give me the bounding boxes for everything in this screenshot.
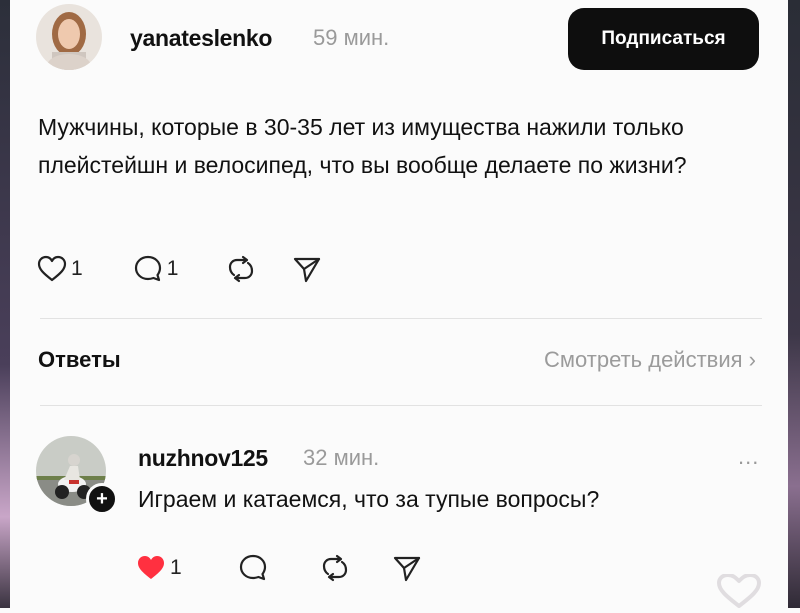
reply-comment-button[interactable]: [238, 553, 268, 583]
post-actions: 1 1: [37, 254, 322, 284]
heart-outline-icon: [37, 255, 67, 282]
repost-button[interactable]: [226, 254, 256, 284]
reply-actions: 1: [136, 553, 422, 583]
background-left-edge: [0, 0, 10, 608]
send-icon: [294, 257, 321, 283]
comment-button[interactable]: 1: [133, 254, 179, 284]
floating-heart-icon: [716, 573, 762, 613]
post-time: 59 мин.: [313, 25, 390, 50]
speech-bubble-icon: [239, 554, 266, 581]
background-right-edge: [788, 0, 800, 608]
reply-like-button[interactable]: 1: [136, 554, 182, 582]
follow-plus-badge[interactable]: +: [86, 483, 118, 515]
view-activity-link[interactable]: Смотреть действия ›: [544, 347, 756, 373]
reply-like-count: 1: [170, 556, 182, 579]
avatar[interactable]: [36, 4, 102, 70]
divider-replies: [40, 405, 762, 406]
speech-bubble-icon: [134, 255, 161, 282]
replies-heading: Ответы: [38, 347, 121, 372]
like-button[interactable]: 1: [37, 255, 83, 283]
reply-share-button[interactable]: [392, 553, 422, 583]
follow-button[interactable]: Подписаться: [568, 8, 759, 70]
post-text: Мужчины, которые в 30-35 лет из имуществ…: [38, 114, 687, 178]
reply-time: 32 мин.: [303, 445, 380, 470]
repost-icon: [229, 255, 254, 283]
like-count: 1: [71, 257, 83, 280]
reply-text: Играем и катаемся, что за тупые вопросы?: [138, 486, 600, 512]
reply-username[interactable]: nuzhnov125: [138, 445, 268, 472]
divider-top: [40, 318, 762, 319]
heart-filled-icon: [138, 556, 164, 579]
post-username[interactable]: yanateslenko: [130, 25, 272, 52]
send-icon: [393, 556, 420, 582]
reply-repost-button[interactable]: [320, 553, 350, 583]
post-card: yanateslenko 59 мин. Подписаться Мужчины…: [10, 0, 788, 608]
repost-icon: [322, 554, 347, 582]
comment-count: 1: [166, 257, 179, 280]
share-button[interactable]: [292, 254, 322, 284]
more-options-icon[interactable]: ...: [738, 444, 759, 470]
